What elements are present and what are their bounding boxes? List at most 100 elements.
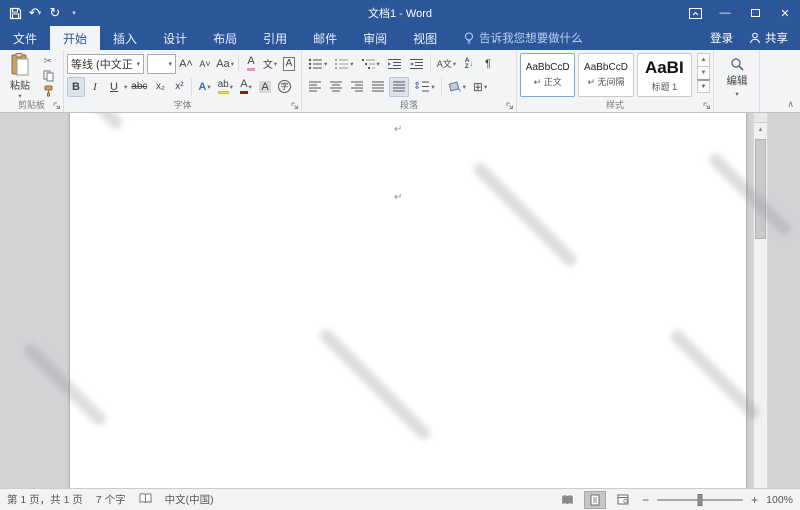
scrollbar-up-button[interactable]: ▲ <box>754 123 767 137</box>
zoom-percent[interactable]: 100% <box>766 494 793 506</box>
scrollbar-split-handle[interactable] <box>754 113 767 123</box>
undo-button[interactable]: ↶▾ <box>26 3 44 23</box>
tab-view[interactable]: 视图 <box>400 26 450 50</box>
decrease-indent-button[interactable] <box>384 54 405 74</box>
tab-layout[interactable]: 布局 <box>200 26 250 50</box>
editing-button[interactable]: 编辑 ▾ <box>717 53 757 98</box>
character-border-button[interactable]: A <box>280 54 298 74</box>
strikethrough-button[interactable]: abc <box>128 77 150 97</box>
divider <box>238 55 239 73</box>
borders-button[interactable]: ⊞▾ <box>470 77 490 97</box>
style-card-normal[interactable]: AaBbCcD ↵ 正文 <box>520 53 575 97</box>
language-status[interactable]: 中文(中国) <box>165 492 214 507</box>
view-print-layout-button[interactable] <box>584 491 606 509</box>
font-color-button[interactable]: A▾ <box>237 77 255 97</box>
zoom-in-button[interactable]: + <box>749 493 760 507</box>
clear-formatting-button[interactable]: A <box>242 54 260 74</box>
show-hide-marks-button[interactable]: ¶ <box>479 54 497 74</box>
align-left-icon <box>308 81 322 92</box>
maximize-button[interactable] <box>740 0 770 26</box>
underline-button[interactable]: U <box>105 77 123 97</box>
tab-home[interactable]: 开始 <box>50 26 100 50</box>
align-right-button[interactable] <box>347 77 367 97</box>
line-spacing-button[interactable]: ⇕▾ <box>410 77 438 97</box>
divider <box>441 78 442 96</box>
redo-button[interactable]: ↻ <box>46 3 64 23</box>
font-dialog-launcher[interactable] <box>291 102 299 110</box>
asian-layout-button[interactable]: A文▾ <box>434 54 459 74</box>
clipboard-dialog-launcher[interactable] <box>53 102 61 110</box>
document-page[interactable]: ↵ ↵ <box>70 113 746 488</box>
styles-dialog-launcher[interactable] <box>703 102 711 110</box>
copy-button[interactable] <box>39 69 57 83</box>
increase-indent-button[interactable] <box>406 54 427 74</box>
paste-button[interactable]: 粘贴 ▾ <box>3 53 37 100</box>
format-painter-icon <box>43 85 54 97</box>
align-center-button[interactable] <box>326 77 346 97</box>
zoom-slider[interactable] <box>657 493 743 507</box>
subscript-button[interactable]: x₂ <box>151 77 169 97</box>
save-button[interactable] <box>6 3 24 23</box>
font-name-combo[interactable]: 等线 (中文正▾ <box>67 54 144 74</box>
font-name-dropdown-icon: ▾ <box>137 60 141 68</box>
superscript-button[interactable]: x² <box>170 77 188 97</box>
close-button[interactable]: ✕ <box>770 0 800 26</box>
styles-scroll-down-button[interactable]: ▼ <box>697 66 710 80</box>
collapse-ribbon-button[interactable]: ∧ <box>787 99 794 110</box>
italic-button[interactable]: I <box>86 77 104 97</box>
tell-me-box[interactable]: 告诉我您想要做什么 <box>464 26 583 50</box>
line-spacing-lines-icon <box>421 81 430 92</box>
bold-button[interactable]: B <box>67 77 85 97</box>
tab-mailings[interactable]: 邮件 <box>300 26 350 50</box>
highlight-color-button[interactable]: ab▾ <box>215 77 236 97</box>
cut-icon: ✂ <box>44 56 52 67</box>
view-web-layout-button[interactable] <box>612 491 634 509</box>
zoom-slider-thumb[interactable] <box>698 494 703 506</box>
share-button[interactable]: 共享 <box>749 30 788 46</box>
minimize-button[interactable]: — <box>710 0 740 26</box>
font-size-combo[interactable]: ▾ <box>147 54 176 74</box>
word-count-status[interactable]: 7 个字 <box>96 492 126 507</box>
sign-in-link[interactable]: 登录 <box>710 30 733 46</box>
tab-review[interactable]: 审阅 <box>350 26 400 50</box>
style-card-heading1[interactable]: AaBI 标题 1 <box>637 53 692 97</box>
tab-insert[interactable]: 插入 <box>100 26 150 50</box>
character-shading-button[interactable]: A <box>256 77 274 97</box>
tab-design[interactable]: 设计 <box>150 26 200 50</box>
justify-button[interactable] <box>368 77 388 97</box>
vertical-scrollbar[interactable]: ▲ <box>753 113 768 488</box>
enclose-characters-button[interactable]: 字 <box>275 77 294 97</box>
cut-button[interactable]: ✂ <box>39 54 57 68</box>
ribbon-display-options-button[interactable] <box>680 0 710 26</box>
styles-scroll-up-button[interactable]: ▲ <box>697 53 710 67</box>
styles-gallery-more-button[interactable]: ▼ <box>697 79 710 93</box>
bullets-button[interactable]: ▾ <box>305 54 330 74</box>
distribute-button[interactable] <box>389 77 409 97</box>
phonetic-guide-icon: 文 <box>263 56 273 71</box>
change-case-button[interactable]: Aa▾ <box>215 54 235 74</box>
underline-dropdown-icon[interactable]: ▾ <box>124 83 127 91</box>
numbering-button[interactable]: ▾ <box>331 54 356 74</box>
view-read-mode-button[interactable] <box>556 491 578 509</box>
shading-button[interactable]: ▾ <box>445 77 469 97</box>
align-left-button[interactable] <box>305 77 325 97</box>
scrollbar-thumb[interactable] <box>755 139 766 239</box>
phonetic-dropdown-icon: ▾ <box>274 60 277 68</box>
sort-button[interactable]: AZ↓ <box>460 54 478 74</box>
style-card-no-spacing[interactable]: AaBbCcD ↵ 无间隔 <box>578 53 633 97</box>
tab-file[interactable]: 文件 <box>0 26 50 50</box>
shrink-font-button[interactable]: A˅ <box>196 54 214 74</box>
multilevel-list-button[interactable]: ▾ <box>358 54 383 74</box>
grow-font-button[interactable]: A˄ <box>177 54 195 74</box>
tab-references[interactable]: 引用 <box>250 26 300 50</box>
paragraph-dialog-launcher[interactable] <box>506 102 514 110</box>
format-painter-button[interactable] <box>39 84 57 98</box>
divider <box>430 55 431 73</box>
text-effects-button[interactable]: A▾ <box>195 77 213 97</box>
qat-customize-button[interactable]: ▾ <box>66 3 84 23</box>
phonetic-guide-button[interactable]: 文▾ <box>261 54 279 74</box>
zoom-out-button[interactable]: − <box>640 493 651 507</box>
qat-more-icon: ▾ <box>72 9 76 17</box>
proofing-status-button[interactable] <box>139 493 152 507</box>
page-number-status[interactable]: 第 1 页，共 1 页 <box>7 492 83 507</box>
